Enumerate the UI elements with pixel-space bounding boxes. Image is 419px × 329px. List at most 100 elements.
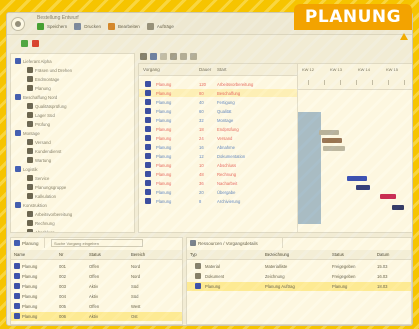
edit-icon[interactable]: [108, 23, 116, 30]
tab-resources[interactable]: Ressourcen / Vorgangsdetails: [187, 238, 283, 248]
grid-move-icon[interactable]: [170, 53, 177, 60]
tree-item-label: Logistik: [23, 166, 38, 172]
orders-icon[interactable]: [146, 23, 154, 30]
tree-item[interactable]: Arbeitsvorbereitung: [27, 210, 134, 218]
tree-item[interactable]: Abschluss: [27, 228, 134, 232]
tree-item[interactable]: Versand: [27, 138, 134, 146]
list-row[interactable]: Planung 005 Offen West: [11, 302, 182, 311]
tree-item[interactable]: Rechnung: [27, 219, 134, 227]
toolbar-orders[interactable]: Aufträge: [157, 24, 174, 29]
tree-item[interactable]: Qualitätsprüfung: [27, 102, 134, 110]
gantt-row[interactable]: Planung 36 Nacharbeit: [139, 179, 297, 187]
list-row[interactable]: Planung 006 Aktiv Ost: [11, 312, 182, 321]
list-cell: Planung: [22, 284, 38, 289]
gantt-row[interactable]: Planung 120 Arbeitsvorbereitung: [139, 80, 297, 88]
grid-link-icon[interactable]: [180, 53, 187, 60]
gantt-row[interactable]: Planung 48 Rechnung: [139, 170, 297, 178]
tree-item[interactable]: Wartung: [27, 156, 134, 164]
gantt-bar[interactable]: [347, 176, 367, 181]
gantt-row[interactable]: Planung 16 Abnahme: [139, 143, 297, 151]
grid-calendar-icon[interactable]: [150, 53, 157, 60]
tree-item-icon: [15, 202, 21, 208]
tree-item[interactable]: Konstruktion: [15, 201, 134, 209]
task-duration: 20: [199, 189, 204, 195]
task-description: Übergabe: [217, 189, 236, 195]
delete-icon[interactable]: [32, 40, 39, 47]
gantt-row[interactable]: Planung 60 Qualität: [139, 107, 297, 115]
detail-row[interactable]: Material Materialliste Freigegeben 15.03: [187, 262, 411, 271]
list-row[interactable]: Planung 001 Offen Nord: [11, 262, 182, 271]
bottom-left-panel: Planung Suche Vorgang eingeben Name Nr S…: [10, 237, 183, 325]
list-row[interactable]: Planung 004 Aktiv Süd: [11, 292, 182, 301]
tree-item-label: Planungsgruppe: [35, 184, 67, 190]
gantt-row[interactable]: Planung 80 Beschaffung: [139, 89, 297, 97]
gantt-row[interactable]: Planung 10 Abschluss: [139, 161, 297, 169]
tree-item[interactable]: Logistik: [15, 165, 134, 173]
gantt-bar[interactable]: [380, 194, 396, 199]
gantt-bar[interactable]: [323, 146, 345, 151]
gantt-bar[interactable]: [356, 185, 370, 190]
detail-cell: Zeichnung: [265, 274, 285, 279]
task-icon: [145, 117, 151, 123]
task-description: Archivierung: [217, 198, 241, 204]
tree-item[interactable]: Beschaffung Nord: [15, 93, 134, 101]
tree-item[interactable]: Prüfung: [27, 120, 134, 128]
task-duration: 18: [199, 126, 204, 132]
detail-header-desc: Bezeichnung: [265, 252, 290, 257]
grid-unlink-icon[interactable]: [190, 53, 197, 60]
task-icon: [145, 162, 151, 168]
toolbar-print[interactable]: Drucken: [84, 24, 101, 29]
task-icon: [145, 189, 151, 195]
grid-zoom-icon[interactable]: [160, 53, 167, 60]
print-icon[interactable]: [74, 23, 82, 30]
detail-row[interactable]: Planung Planung Auftrag Planung 18.03: [187, 282, 411, 291]
gantt-row[interactable]: Planung 18 Endprüfung: [139, 125, 297, 133]
task-duration: 40: [199, 99, 204, 105]
timeline-tick: [388, 80, 389, 85]
task-duration: 36: [199, 180, 204, 186]
gantt-row[interactable]: Planung 12 Dokumentation: [139, 152, 297, 160]
tree-item[interactable]: Montage: [15, 129, 134, 137]
grid-filter-icon[interactable]: [140, 53, 147, 60]
tree-item-label: Arbeitsvorbereitung: [35, 211, 73, 217]
gantt-row[interactable]: Planung 40 Fertigung: [139, 98, 297, 106]
gantt-bar[interactable]: [392, 205, 404, 210]
toolbar-edit[interactable]: Bearbeiten: [118, 24, 140, 29]
task-name: Planung: [156, 144, 172, 150]
gantt-row[interactable]: Planung 8 Archivierung: [139, 197, 297, 205]
detail-cell: Freigegeben: [332, 264, 356, 269]
row-icon: [14, 283, 20, 289]
add-icon[interactable]: [21, 40, 28, 47]
gantt-bar[interactable]: [319, 130, 339, 135]
table-header: Name Nr Status Bereich: [11, 250, 182, 260]
toolbar-save[interactable]: Speichern: [47, 24, 67, 29]
save-icon[interactable]: [37, 23, 44, 30]
tree-item[interactable]: Kundendienst: [27, 147, 134, 155]
gantt-bar[interactable]: [322, 138, 342, 143]
list-cell: Planung: [22, 274, 38, 279]
column-duration: Dauer: [199, 67, 212, 72]
tree-item[interactable]: Endmontage: [27, 75, 134, 83]
gantt-row[interactable]: Planung 20 Übergabe: [139, 188, 297, 196]
tree-item[interactable]: Planungsgruppe: [27, 183, 134, 191]
list-cell: Planung: [22, 304, 38, 309]
tree-item[interactable]: Lieferant Alpha: [15, 57, 134, 65]
tree-item[interactable]: Lager Süd: [27, 111, 134, 119]
tree-item[interactable]: Planung: [27, 84, 134, 92]
tab-planning[interactable]: Planung: [11, 238, 45, 248]
tree-item[interactable]: Service: [27, 174, 134, 182]
gantt-row[interactable]: Planung 24 Versand: [139, 134, 297, 142]
detail-cell: Material: [205, 264, 220, 269]
tree-item[interactable]: Fräsen und Drehen: [27, 66, 134, 74]
gantt-row[interactable]: Planung 32 Montage: [139, 116, 297, 124]
search-input[interactable]: Suche Vorgang eingeben: [51, 239, 143, 247]
detail-row[interactable]: Dokument Zeichnung Freigegeben 16.03: [187, 272, 411, 281]
task-name: Planung: [156, 117, 172, 123]
list-row[interactable]: Planung 002 Offen Nord: [11, 272, 182, 281]
list-row[interactable]: Planung 003 Aktiv Süd: [11, 282, 182, 291]
task-icon: [145, 144, 151, 150]
list-cell: Planung: [22, 314, 38, 319]
task-name: Planung: [156, 126, 172, 132]
tree-item[interactable]: Kalkulation: [27, 192, 134, 200]
bottom-right-panel: Ressourcen / Vorgangsdetails Typ Bezeich…: [186, 237, 412, 325]
